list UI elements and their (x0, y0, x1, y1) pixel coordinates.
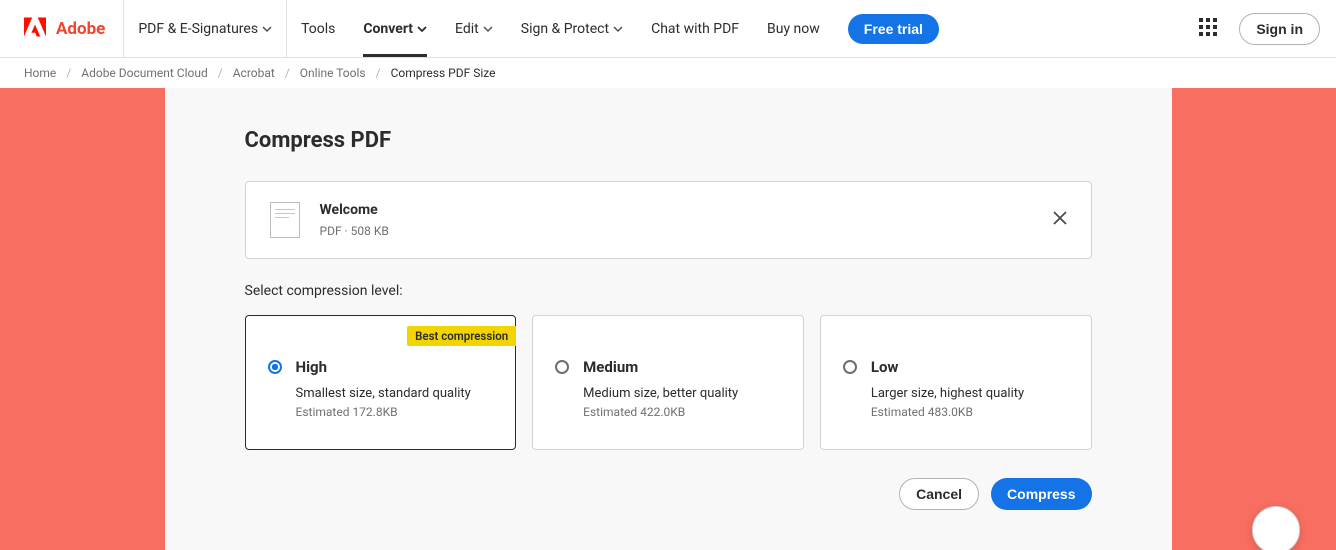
option-low[interactable]: Low Larger size, highest quality Estimat… (820, 315, 1092, 450)
breadcrumb-separator: / (285, 66, 290, 80)
file-meta: PDF · 508 KB (320, 224, 389, 238)
option-medium[interactable]: Medium Medium size, better quality Estim… (532, 315, 804, 450)
chevron-down-icon (483, 24, 493, 34)
nav-convert[interactable]: Convert (349, 0, 441, 57)
compress-button[interactable]: Compress (991, 478, 1091, 510)
option-estimate: Estimated 483.0KB (871, 405, 1024, 419)
nav-pdf-esignatures[interactable]: PDF & E-Signatures (124, 0, 287, 57)
nav-tools[interactable]: Tools (287, 0, 349, 57)
brand-name: Adobe (56, 19, 105, 39)
nav-label: Sign & Protect (521, 21, 609, 37)
brand-logo-area[interactable]: Adobe (0, 0, 124, 57)
top-nav: Adobe PDF & E-Signatures Tools Convert E… (0, 0, 1336, 58)
radio-high[interactable] (268, 360, 282, 374)
breadcrumb-acrobat[interactable]: Acrobat (233, 66, 275, 80)
option-label: High (296, 358, 471, 376)
top-nav-right: Sign in (1193, 12, 1320, 46)
breadcrumb-online-tools[interactable]: Online Tools (300, 66, 366, 80)
chevron-down-icon (417, 24, 427, 34)
sign-in-button[interactable]: Sign in (1239, 13, 1320, 45)
help-fab[interactable] (1252, 506, 1300, 550)
file-name: Welcome (320, 202, 389, 218)
main-canvas: Compress PDF Welcome PDF · 508 KB Select… (0, 88, 1336, 550)
option-description: Smallest size, standard quality (296, 386, 471, 401)
file-info: Welcome PDF · 508 KB (320, 202, 389, 238)
option-description: Medium size, better quality (583, 386, 738, 401)
nav-label: Convert (363, 21, 413, 37)
radio-low[interactable] (843, 360, 857, 374)
radio-medium[interactable] (555, 360, 569, 374)
breadcrumb-adc[interactable]: Adobe Document Cloud (81, 66, 208, 80)
nav-label: Buy now (767, 21, 820, 37)
nav-free-trial-wrap: Free trial (834, 0, 953, 57)
breadcrumb-current: Compress PDF Size (391, 66, 496, 80)
nav-label: Tools (301, 21, 335, 37)
cancel-button[interactable]: Cancel (899, 478, 979, 510)
nav-edit[interactable]: Edit (441, 0, 507, 57)
chevron-down-icon (262, 24, 272, 34)
nav-sign-protect[interactable]: Sign & Protect (507, 0, 637, 57)
file-card: Welcome PDF · 508 KB (245, 181, 1092, 259)
document-thumbnail-icon (270, 202, 300, 238)
nav-label: Chat with PDF (651, 21, 739, 37)
breadcrumb-home[interactable]: Home (24, 66, 56, 80)
option-description: Larger size, highest quality (871, 386, 1024, 401)
top-nav-left: Adobe PDF & E-Signatures Tools Convert E… (0, 0, 953, 57)
nav-buy-now[interactable]: Buy now (753, 0, 834, 57)
option-high[interactable]: Best compression High Smallest size, sta… (245, 315, 517, 450)
compression-level-label: Select compression level: (245, 283, 1092, 299)
chevron-down-icon (613, 24, 623, 34)
breadcrumb-separator: / (66, 66, 71, 80)
action-buttons: Cancel Compress (245, 478, 1092, 510)
option-estimate: Estimated 172.8KB (296, 405, 471, 419)
app-switcher-icon[interactable] (1193, 12, 1223, 46)
content-panel: Compress PDF Welcome PDF · 508 KB Select… (165, 88, 1172, 550)
breadcrumb: Home / Adobe Document Cloud / Acrobat / … (0, 58, 1336, 88)
option-label: Low (871, 358, 1024, 376)
adobe-logo-icon (24, 17, 46, 41)
option-estimate: Estimated 422.0KB (583, 405, 738, 419)
breadcrumb-separator: / (376, 66, 381, 80)
nav-items: PDF & E-Signatures Tools Convert Edit Si… (124, 0, 953, 57)
nav-chat-pdf[interactable]: Chat with PDF (637, 0, 753, 57)
breadcrumb-separator: / (218, 66, 223, 80)
page-title: Compress PDF (245, 128, 1092, 153)
best-compression-badge: Best compression (407, 326, 516, 346)
close-icon (1053, 211, 1067, 225)
remove-file-button[interactable] (1049, 207, 1071, 233)
nav-label: Edit (455, 21, 479, 37)
free-trial-button[interactable]: Free trial (848, 14, 939, 44)
compression-options: Best compression High Smallest size, sta… (245, 315, 1092, 450)
option-label: Medium (583, 358, 738, 376)
nav-label: PDF & E-Signatures (138, 21, 258, 37)
